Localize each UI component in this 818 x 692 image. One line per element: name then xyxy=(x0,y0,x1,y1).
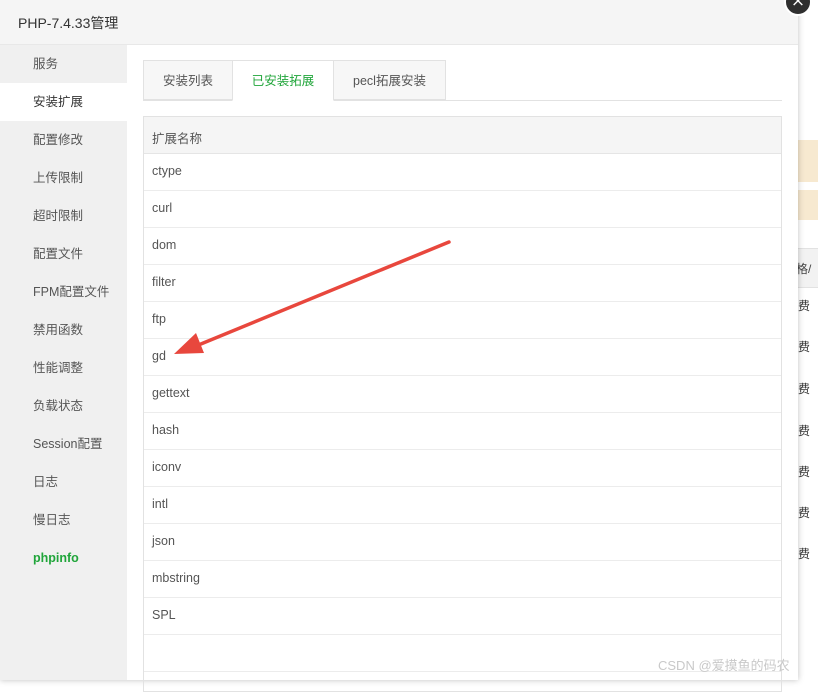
tab-label: 已安装拓展 xyxy=(251,74,315,88)
extension-name: SPL xyxy=(152,608,176,622)
sidebar-item-log[interactable]: 日志 xyxy=(0,463,127,501)
background-banner xyxy=(798,140,818,182)
sidebar-item-timeout-limit[interactable]: 超时限制 xyxy=(0,197,127,235)
sidebar-item-disabled-functions[interactable]: 禁用函数 xyxy=(0,311,127,349)
sidebar-item-label: 慢日志 xyxy=(33,513,71,527)
table-row: SPL xyxy=(144,598,781,635)
table-row: gd xyxy=(144,339,781,376)
extension-name: mbstring xyxy=(152,571,200,585)
sidebar-item-label: 性能调整 xyxy=(33,361,84,375)
sidebar-item-phpinfo[interactable]: phpinfo xyxy=(0,539,127,577)
sidebar-item-label: 上传限制 xyxy=(33,171,84,185)
table-row: ftp xyxy=(144,302,781,339)
table-row: ctype xyxy=(144,154,781,191)
sidebar-item-label: 配置文件 xyxy=(33,247,84,261)
sidebar-item-install-extension[interactable]: 安装扩展 xyxy=(0,83,127,121)
tab-bar: 安装列表 已安装拓展 pecl拓展安装 xyxy=(143,60,782,101)
extension-name: curl xyxy=(152,201,173,215)
sidebar-item-performance[interactable]: 性能调整 xyxy=(0,349,127,387)
extension-name: json xyxy=(152,534,175,548)
extension-name: hash xyxy=(152,423,180,437)
table-row: hash xyxy=(144,413,781,450)
sidebar-item-label: FPM配置文件 xyxy=(33,285,110,299)
sidebar-item-label: 配置修改 xyxy=(33,133,84,147)
modal-title-bar: PHP-7.4.33管理 xyxy=(0,0,798,45)
sidebar-item-config-edit[interactable]: 配置修改 xyxy=(0,121,127,159)
extension-name: intl xyxy=(152,497,168,511)
table-row: gettext xyxy=(144,376,781,413)
sidebar-item-label: 禁用函数 xyxy=(33,323,84,337)
sidebar-item-service[interactable]: 服务 xyxy=(0,45,127,83)
sidebar-item-label: phpinfo xyxy=(33,551,79,565)
background-cell: 费 xyxy=(798,299,811,313)
table-row: mbstring xyxy=(144,561,781,598)
php-manager-modal: PHP-7.4.33管理 服务 安装扩展 配置修改 上传限制 超时限制 配置文件… xyxy=(0,0,798,692)
extension-name: filter xyxy=(152,275,176,289)
table-row: dom xyxy=(144,228,781,265)
background-cell: 费 xyxy=(798,547,811,561)
table-row: filter xyxy=(144,265,781,302)
sidebar-item-upload-limit[interactable]: 上传限制 xyxy=(0,159,127,197)
sidebar-item-label: 超时限制 xyxy=(33,209,84,223)
sidebar-item-label: 日志 xyxy=(33,475,59,489)
background-cell: 费 xyxy=(798,465,811,479)
sidebar-item-label: Session配置 xyxy=(33,437,103,451)
extension-name: gd xyxy=(152,349,166,363)
modal-title: PHP-7.4.33管理 xyxy=(18,15,119,31)
sidebar-item-label: 服务 xyxy=(33,57,59,71)
sidebar-item-label: 负载状态 xyxy=(33,399,84,413)
extensions-table: 扩展名称 ctype curl dom filter ftp gd gettex… xyxy=(143,116,782,692)
table-row: curl xyxy=(144,191,781,228)
sidebar-item-session-config[interactable]: Session配置 xyxy=(0,425,127,463)
sidebar-item-label: 安装扩展 xyxy=(33,95,84,109)
sidebar-item-fpm-config[interactable]: FPM配置文件 xyxy=(0,273,127,311)
sidebar-item-config-file[interactable]: 配置文件 xyxy=(0,235,127,273)
tab-install-list[interactable]: 安装列表 xyxy=(143,60,233,100)
extension-name: ctype xyxy=(152,164,182,178)
extension-name: iconv xyxy=(152,460,182,474)
background-cell: 费 xyxy=(798,340,811,354)
table-row: json xyxy=(144,524,781,561)
tab-pecl-install[interactable]: pecl拓展安装 xyxy=(333,60,446,100)
sidebar: 服务 安装扩展 配置修改 上传限制 超时限制 配置文件 FPM配置文件 禁用函数… xyxy=(0,45,127,680)
tab-installed-extensions[interactable]: 已安装拓展 xyxy=(232,60,334,101)
background-header-text: 格/ xyxy=(798,262,812,276)
background-banner-2 xyxy=(798,190,818,220)
background-cell: 费 xyxy=(798,424,811,438)
background-page: 格/ 费 费 费 费 费 费 费 xyxy=(798,0,818,680)
sidebar-item-load-status[interactable]: 负载状态 xyxy=(0,387,127,425)
background-cell: 费 xyxy=(798,382,811,396)
tab-label: 安装列表 xyxy=(162,74,213,88)
extension-name: gettext xyxy=(152,386,190,400)
table-header: 扩展名称 xyxy=(144,117,781,154)
column-header-extension-name: 扩展名称 xyxy=(152,132,203,146)
extension-name: ftp xyxy=(152,312,166,326)
extension-name: dom xyxy=(152,238,177,252)
tab-label: pecl拓展安装 xyxy=(353,74,426,88)
background-cell: 费 xyxy=(798,506,811,520)
table-row: intl xyxy=(144,487,781,524)
table-row: iconv xyxy=(144,450,781,487)
sidebar-item-slow-log[interactable]: 慢日志 xyxy=(0,501,127,539)
watermark: CSDN @爱摸鱼的码农 xyxy=(658,658,790,673)
background-table-header: 格/ xyxy=(798,248,818,288)
